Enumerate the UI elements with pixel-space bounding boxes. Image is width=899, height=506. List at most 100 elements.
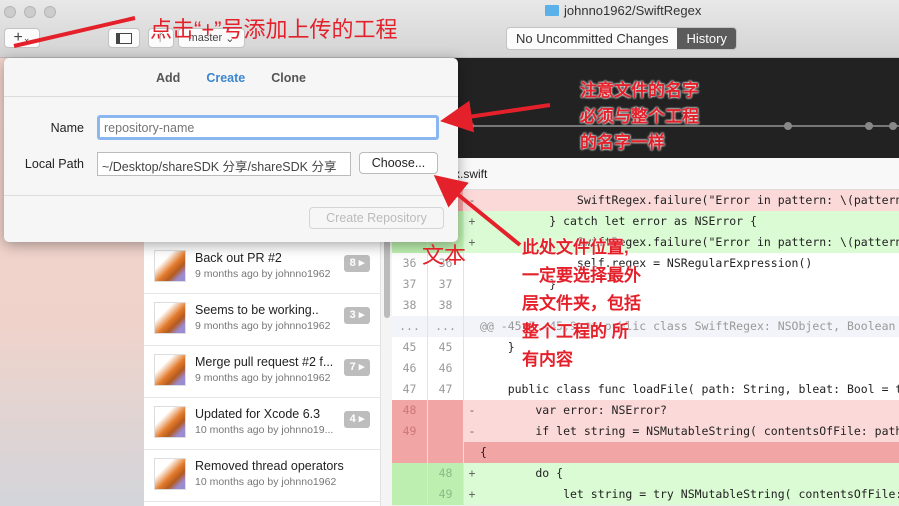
toolbar: + ⌄ ᚴ master ⌄ johnno1962/SwiftRegex No U… (0, 0, 899, 58)
file-header: x.swift (392, 158, 899, 190)
avatar (154, 458, 186, 490)
history-item[interactable]: Merge pull request #2 f... 9 months ago b… (144, 346, 380, 398)
add-repository-button[interactable]: + ⌄ (4, 28, 40, 48)
diff-line-ctx: 37 37 } (392, 274, 899, 295)
sidebar-icon (116, 32, 132, 44)
file-count-badge[interactable]: 3 ▸ (344, 307, 370, 324)
close-window-button[interactable] (4, 6, 16, 18)
create-repository-button[interactable]: Create Repository (309, 207, 444, 229)
create-repository-dialog: Add Create Clone Name Local Path ~/Deskt… (4, 58, 458, 242)
old-line-number: 37 (392, 274, 428, 295)
diff-line-del: 48 - var error: NSError? (392, 400, 899, 421)
window-title-text: johnno1962/SwiftRegex (564, 3, 702, 18)
new-line-number: 38 (428, 295, 464, 316)
diff-line-del: 49 - if let string = NSMutableString( con… (392, 421, 899, 442)
commit-title: Updated for Xcode 6.3 (195, 407, 321, 421)
old-line-number: 45 (392, 337, 428, 358)
commit-meta: 9 months ago by johnno1962 (195, 372, 331, 384)
new-line-number (428, 400, 464, 421)
new-line-number (428, 421, 464, 442)
history-item[interactable]: Seems to be working.. 9 months ago by joh… (144, 294, 380, 346)
file-count-badge[interactable]: 4 ▸ (344, 411, 370, 428)
old-line-number: 46 (392, 358, 428, 379)
graph-commit-dot[interactable] (784, 122, 792, 130)
diff-sign: - (468, 424, 476, 438)
code-text: do { (480, 466, 564, 480)
folder-icon (545, 5, 559, 16)
file-count-badge[interactable]: 8 ▸ (344, 255, 370, 272)
commit-title: Removed thread operators (195, 459, 344, 473)
diff-sign: + (468, 487, 476, 501)
dialog-tabs: Add Create Clone (4, 71, 458, 85)
new-line-number: 48 (428, 463, 464, 484)
commit-title: Seems to be working.. (195, 303, 319, 317)
old-line-number: 49 (392, 421, 428, 442)
commit-meta: 9 months ago by johnno1962 (195, 320, 331, 332)
file-count-badge[interactable]: 7 ▸ (344, 359, 370, 376)
new-line-number: 37 (428, 274, 464, 295)
code-text: if let string = NSMutableString( content… (480, 424, 899, 438)
diff-line-ctx: 46 46 (392, 358, 899, 379)
graph-commit-dot[interactable] (466, 122, 474, 130)
window-title: johnno1962/SwiftRegex (545, 3, 701, 18)
repository-name-input[interactable] (97, 115, 439, 140)
annotation-text-label: 文本 (422, 243, 467, 268)
new-line-number: ... (428, 316, 464, 337)
diff-line-ctx: 36 36 self.regex = NSRegularExpression() (392, 253, 899, 274)
new-line-number: 47 (428, 379, 464, 400)
local-path-label: Local Path (24, 157, 84, 171)
tab-clone[interactable]: Clone (271, 71, 306, 85)
old-line-number: 48 (392, 400, 428, 421)
old-line-number: ... (392, 316, 428, 337)
code-text: SwiftRegex.failure("Error in pattern: \(… (480, 193, 899, 207)
old-line-number (392, 463, 428, 484)
diff-line-ctx: 45 45 } (392, 337, 899, 358)
choose-button[interactable]: Choose... (359, 152, 438, 174)
file-name: x.swift (454, 167, 488, 181)
annotation-path-note: 此处文件位置, 一定要选择最外 层文件夹，包括 整个工程的 所有内容 (522, 238, 641, 369)
new-line-number: 49 (428, 484, 464, 505)
toggle-sidebar-button[interactable] (108, 28, 140, 48)
tab-uncommitted-changes[interactable]: No Uncommitted Changes (507, 28, 678, 49)
diff-sign: + (468, 235, 476, 249)
avatar (154, 250, 186, 282)
scroll-thumb[interactable] (384, 238, 390, 318)
avatar (154, 354, 186, 386)
local-path-field[interactable]: ~/Desktop/shareSDK 分享/shareSDK 分享 (97, 152, 351, 176)
old-line-number (392, 442, 428, 463)
minimize-window-button[interactable] (24, 6, 36, 18)
view-switcher: No Uncommitted Changes History (506, 27, 737, 50)
diff-sign (464, 253, 480, 274)
avatar (154, 406, 186, 438)
tab-history[interactable]: History (677, 28, 736, 49)
tab-create[interactable]: Create (206, 71, 245, 85)
code-text: { (480, 445, 487, 459)
graph-commit-dot[interactable] (865, 122, 873, 130)
diff-line-ctx: 47 47 public class func loadFile( path: S… (392, 379, 899, 400)
history-item[interactable]: Updated for Xcode 6.3 10 months ago by jo… (144, 398, 380, 450)
name-label: Name (50, 121, 84, 135)
diff-view: - SwiftRegex.failure("Error in pattern: … (392, 190, 899, 505)
diff-line-add: + SwiftRegex.failure("Error in pattern: … (392, 232, 899, 253)
commit-title: Back out PR #2 (195, 251, 282, 265)
history-item[interactable]: Removed thread operators 10 months ago by… (144, 450, 380, 502)
history-item[interactable]: Back out PR #2 9 months ago by johnno1962… (144, 242, 380, 294)
code-text: let string = try NSMutableString( conten… (480, 487, 899, 501)
diff-sign (464, 379, 480, 400)
zoom-window-button[interactable] (44, 6, 56, 18)
diff-sign (464, 337, 480, 358)
code-text: var error: NSError? (480, 403, 667, 417)
diff-sign: + (468, 466, 476, 480)
tab-add[interactable]: Add (156, 71, 180, 85)
diff-line-ctx: 38 38 (392, 295, 899, 316)
commit-meta: 9 months ago by johnno1962 (195, 268, 331, 280)
diff-line-del: - SwiftRegex.failure("Error in pattern: … (392, 190, 899, 211)
commit-meta: 10 months ago by johnno19... (195, 424, 334, 436)
graph-commit-dot[interactable] (889, 122, 897, 130)
avatar (154, 302, 186, 334)
divider (4, 96, 458, 97)
code-text: } catch let error as NSError { (480, 214, 757, 228)
old-line-number (392, 484, 428, 505)
plus-icon: + (13, 29, 23, 46)
diff-line-add: 49 + let string = try NSMutableString( co… (392, 484, 899, 505)
